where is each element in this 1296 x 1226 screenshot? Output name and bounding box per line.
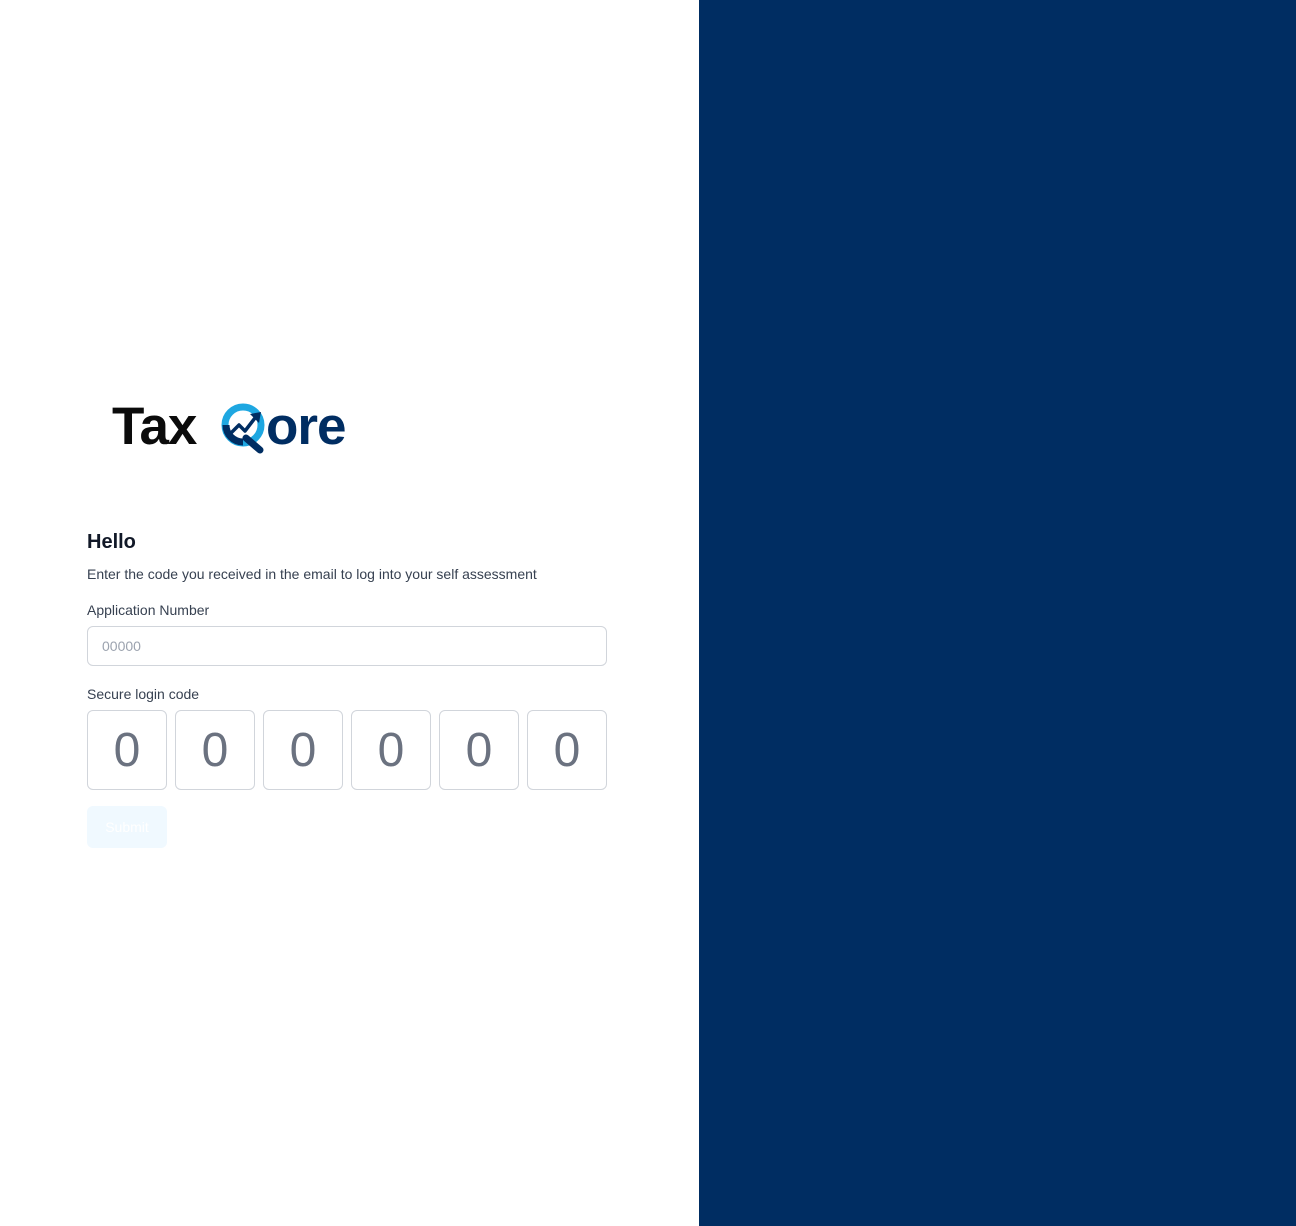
- code-digit-5[interactable]: [439, 710, 519, 790]
- code-digit-3[interactable]: [263, 710, 343, 790]
- instruction-text: Enter the code you received in the email…: [87, 566, 537, 582]
- svg-text:ore: ore: [266, 398, 345, 456]
- submit-button[interactable]: Submit: [87, 806, 167, 848]
- code-digit-2[interactable]: [175, 710, 255, 790]
- code-digit-6[interactable]: [527, 710, 607, 790]
- page-title: Hello: [87, 531, 136, 553]
- application-number-input[interactable]: [87, 626, 607, 666]
- login-form: Hello Enter the code you received in the…: [87, 528, 607, 848]
- login-panel: Tax ore Hello Enter the code you receive…: [0, 0, 699, 1226]
- login-page: Tax ore Hello Enter the code you receive…: [0, 0, 1296, 1226]
- secure-login-code-label: Secure login code: [87, 686, 200, 702]
- code-digit-1[interactable]: [87, 710, 167, 790]
- application-number-label: Application Number: [87, 602, 210, 618]
- code-digit-4[interactable]: [351, 710, 431, 790]
- svg-text:Tax: Tax: [112, 398, 198, 456]
- brand-side-panel: [699, 0, 1296, 1226]
- taxqore-logo: Tax ore: [112, 397, 372, 458]
- secure-login-code-inputs: [87, 710, 607, 790]
